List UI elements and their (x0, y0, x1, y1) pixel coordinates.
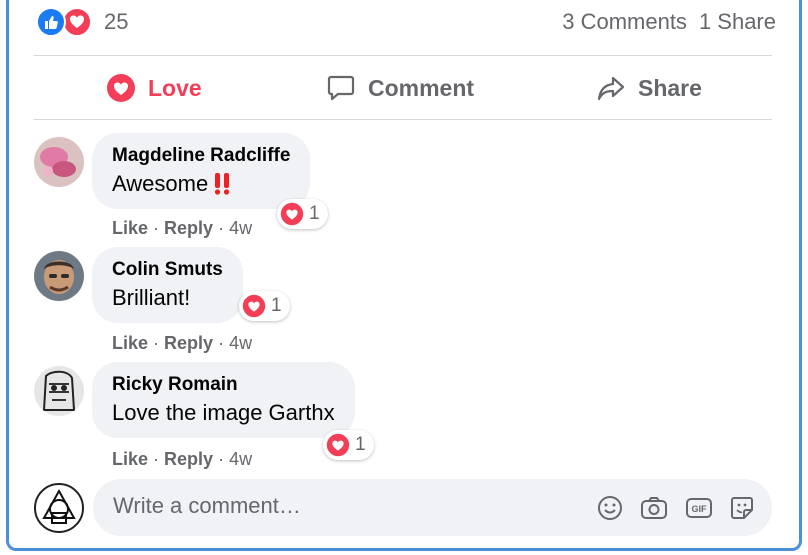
love-icon (280, 202, 304, 226)
reactions-summary[interactable]: 25 3 Comments 1 Share (36, 7, 776, 37)
current-user-avatar[interactable] (34, 483, 84, 533)
love-icon (242, 294, 266, 318)
love-button[interactable]: Love (106, 70, 202, 106)
love-icon (107, 74, 135, 102)
engagement-counts: 3 Comments 1 Share (562, 9, 776, 35)
reply-link[interactable]: Reply (164, 449, 213, 469)
comment-reaction-badge[interactable]: 1 (239, 291, 290, 321)
avatar[interactable] (34, 251, 84, 301)
reply-link[interactable]: Reply (164, 218, 213, 238)
comment-bubble: Magdeline Radcliffe Awesome (92, 133, 311, 209)
comment-bubble: Colin Smuts Brilliant! (92, 247, 243, 323)
share-button[interactable]: Share (596, 70, 702, 106)
reaction-count[interactable]: 25 (104, 9, 128, 35)
comment-text: Awesome (112, 171, 290, 197)
like-link[interactable]: Like (112, 449, 148, 469)
reaction-count: 1 (309, 203, 320, 224)
comment-author[interactable]: Ricky Romain (112, 374, 335, 396)
share-label: Share (638, 74, 702, 101)
avatar[interactable] (34, 366, 84, 416)
comment-author[interactable]: Magdeline Radcliffe (112, 145, 290, 167)
comment-reaction-badge[interactable]: 1 (323, 430, 374, 460)
reaction-count: 1 (355, 434, 366, 455)
emoji-icon[interactable] (595, 493, 625, 523)
comment-author[interactable]: Colin Smuts (112, 259, 223, 281)
comment-meta: Like · Reply · 4w (112, 333, 253, 353)
reply-link[interactable]: Reply (164, 333, 213, 353)
love-icon (326, 433, 350, 457)
comment-timestamp[interactable]: 4w (229, 218, 252, 238)
comment-icon (327, 75, 355, 101)
comment-reaction-badge[interactable]: 1 (277, 199, 328, 229)
love-icon (62, 7, 92, 37)
comment-text: Love the image Garthx (112, 400, 335, 425)
divider (34, 119, 772, 120)
comment-meta: Like · Reply · 4w (112, 449, 253, 469)
like-link[interactable]: Like (112, 333, 148, 353)
avatar[interactable] (34, 137, 84, 187)
gif-icon[interactable]: GIF (684, 493, 714, 523)
comment-button[interactable]: Comment (326, 70, 474, 106)
comment-text: Brilliant! (112, 285, 191, 310)
svg-text:GIF: GIF (692, 504, 708, 514)
comment-timestamp[interactable]: 4w (229, 333, 252, 353)
divider (34, 55, 772, 56)
comment-label: Comment (368, 74, 475, 101)
love-label: Love (148, 74, 202, 101)
comment-timestamp[interactable]: 4w (229, 449, 252, 469)
share-icon (597, 76, 625, 101)
sticker-icon[interactable] (727, 493, 757, 523)
comment-meta: Like · Reply · 4w (112, 218, 253, 238)
double-exclamation-emoji (213, 172, 231, 196)
camera-icon[interactable] (639, 493, 669, 523)
comment-bubble: Ricky Romain Love the image Garthx (92, 362, 355, 438)
shares-count-link[interactable]: 1 Share (699, 9, 776, 35)
post-actions: Love Comment Share (34, 62, 772, 114)
reaction-icons (36, 7, 96, 37)
like-icon (36, 7, 66, 37)
reaction-count: 1 (271, 295, 282, 316)
comments-count-link[interactable]: 3 Comments (562, 9, 687, 35)
comment-input[interactable] (113, 493, 513, 519)
like-link[interactable]: Like (112, 218, 148, 238)
comment-composer: GIF (93, 479, 772, 536)
